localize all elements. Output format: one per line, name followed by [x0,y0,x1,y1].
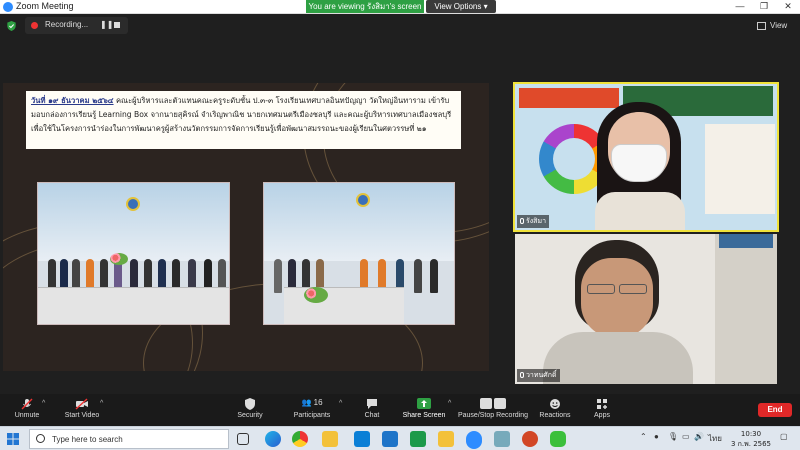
edge-browser-icon[interactable] [265,431,281,447]
title-bar: Zoom Meeting You are viewing รังสิมา's s… [0,0,800,14]
shield-icon[interactable] [7,21,16,31]
network-icon[interactable]: ▭ [682,432,690,441]
end-meeting-button[interactable]: End [758,403,792,417]
participants-icon: 👥 16 [301,398,323,407]
recording-label: Recording... [45,20,89,29]
security-shield-icon [245,398,255,410]
microphone-tray-icon[interactable]: 🎙 [668,432,678,441]
volume-icon[interactable]: 🔊 [694,432,704,441]
pause-stop-icon [479,398,507,410]
apps-icon [597,399,607,409]
microphone-muted-icon [21,398,33,410]
chrome-browser-icon[interactable] [292,431,308,447]
share-screen-icon [417,398,431,409]
security-label: Security [237,412,263,419]
pause-stop-label: Pause/Stop Recording [457,412,529,419]
participant-count: 16 [313,398,323,407]
participant-name-tag: รังสิมา [517,215,549,228]
meeting-toolbar: Unmute ^ Start Video ^ Security 👥 16 Par… [0,394,800,426]
notification-icon[interactable]: ▢ [780,432,788,441]
participants-label: Participants [293,412,331,419]
mic-muted-icon [520,372,524,378]
pause-recording-icon[interactable]: ❚❚ [100,20,113,29]
excel-icon[interactable] [410,431,426,447]
start-video-label: Start Video [64,412,100,419]
windows-taskbar: Type here to search ⌃ ● 🎙 ▭ 🔊 ไทย 10:30 … [0,426,800,450]
grid-view-icon [757,22,766,30]
reactions-label: Reactions [539,412,571,419]
meeting-area: Recording... ❚❚ View วันที่ ๑๙ ธันวาคม ๒… [0,14,800,394]
ceremony-photo-1 [37,182,230,325]
zoom-taskbar-icon[interactable] [466,431,482,447]
search-placeholder: Type here to search [52,435,123,444]
tray-app-icon[interactable]: ● [654,432,659,441]
window-title: Zoom Meeting [16,1,74,11]
chat-label: Chat [364,412,380,419]
security-button[interactable]: Security [234,398,266,419]
smiley-plus-icon [550,399,560,409]
view-button-label: View [770,21,788,30]
participant-name: รังสิมา [526,217,546,225]
taskbar-clock[interactable]: 10:30 3 ก.พ. 2565 [728,429,774,449]
clock-date: 3 ก.พ. 2565 [730,440,772,448]
chat-button[interactable]: Chat [362,398,382,419]
sticky-notes-icon[interactable] [438,431,454,447]
participant-video-2[interactable]: วาทนศักดิ์ [515,234,777,384]
recording-indicator: Recording... ❚❚ [25,17,128,34]
view-options-label: View Options [434,2,482,11]
audio-options-caret[interactable]: ^ [42,400,45,407]
camera-off-icon [75,398,88,410]
participant-name-tag: วาทนศักดิ์ [517,369,560,382]
zoom-app-icon [3,2,13,12]
unmute-button[interactable]: Unmute [12,398,42,419]
maximize-button[interactable]: ❐ [752,0,776,13]
pause-stop-recording-button[interactable]: Pause/Stop Recording [457,398,529,419]
reactions-button[interactable]: Reactions [538,398,572,419]
photos-icon[interactable] [494,431,510,447]
language-indicator[interactable]: ไทย [708,432,722,445]
apps-button[interactable]: Apps [592,398,612,419]
video-options-caret[interactable]: ^ [100,400,103,407]
slide-caption: วันที่ ๑๙ ธันวาคม ๒๕๖๔ คณะผู้บริหารและตั… [26,91,461,149]
participant-name: วาทนศักดิ์ [526,371,557,379]
unmute-label: Unmute [14,412,40,419]
share-screen-button[interactable]: Share Screen [402,398,446,419]
slide-date: วันที่ ๑๙ ธันวาคม ๒๕๖๔ [31,96,114,105]
apps-label: Apps [594,412,610,419]
ceremony-photo-2 [263,182,455,325]
viewing-banner: You are viewing รังสิมา's screen [306,0,424,13]
task-view-icon[interactable] [237,433,249,445]
taskbar-search-box[interactable]: Type here to search [29,429,229,449]
share-options-caret[interactable]: ^ [448,400,451,407]
share-screen-label: Share Screen [402,412,446,419]
mic-muted-icon [520,218,524,224]
file-explorer-icon[interactable] [322,431,338,447]
mail-icon[interactable] [382,431,398,447]
line-app-icon[interactable] [550,431,566,447]
view-button[interactable]: View [757,19,795,33]
shared-screen: วันที่ ๑๙ ธันวาคม ๒๕๖๔ คณะผู้บริหารและตั… [3,83,489,371]
powerpoint-icon[interactable] [522,431,538,447]
record-dot-icon [31,22,38,29]
participants-button[interactable]: 👥 16 Participants [291,398,333,419]
start-video-button[interactable]: Start Video [62,398,102,419]
store-icon[interactable] [354,431,370,447]
search-icon [36,434,45,443]
stop-recording-icon[interactable] [114,22,120,28]
zoom-window: Zoom Meeting You are viewing รังสิมา's s… [0,0,800,450]
tray-overflow-icon[interactable]: ⌃ [640,432,647,441]
windows-start-icon[interactable] [7,433,19,445]
minimize-button[interactable]: — [728,0,752,13]
view-options-button[interactable]: View Options ▾ [426,0,496,13]
clock-time: 10:30 [740,430,762,438]
chat-bubble-icon [367,399,377,409]
close-button[interactable]: ✕ [776,0,800,13]
participant-video-1[interactable]: รังสิมา [513,82,779,232]
participants-options-caret[interactable]: ^ [339,400,342,407]
